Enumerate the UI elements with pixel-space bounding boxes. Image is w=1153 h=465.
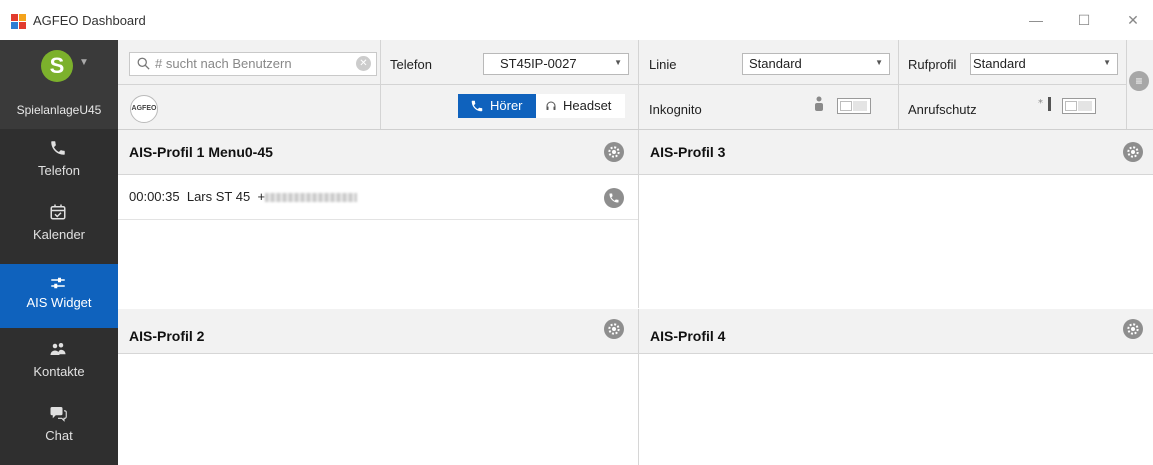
svg-text:*: * bbox=[1038, 98, 1043, 109]
ais-profile-panel-4: AIS-Profil 4 bbox=[639, 309, 1153, 465]
divider bbox=[118, 84, 1126, 85]
gear-icon[interactable] bbox=[604, 319, 624, 339]
sidebar-item-kalender[interactable]: Kalender bbox=[0, 193, 118, 257]
phone-icon bbox=[471, 100, 483, 112]
panel-header: AIS-Profil 3 bbox=[639, 130, 1153, 175]
anrufschutz-label: Anrufschutz bbox=[908, 102, 977, 117]
divider bbox=[898, 40, 899, 129]
incognito-icon bbox=[815, 96, 823, 111]
sidebar-item-label: AIS Widget bbox=[26, 295, 92, 310]
user-name: SpielanlageU45 bbox=[16, 103, 102, 117]
linie-label: Linie bbox=[649, 57, 677, 72]
panel-title: AIS-Profil 4 bbox=[650, 328, 726, 344]
phone-icon bbox=[51, 141, 65, 155]
search-placeholder: # sucht nach Benutzern bbox=[155, 56, 292, 71]
minimize-icon[interactable]: — bbox=[1021, 8, 1051, 32]
hoerer-button[interactable]: Hörer bbox=[458, 94, 536, 118]
linie-select[interactable]: Standard ▼ bbox=[742, 53, 890, 75]
agfeo-logo: AGFEO bbox=[130, 95, 158, 123]
headset-icon bbox=[546, 101, 556, 110]
chevron-down-icon[interactable]: ▼ bbox=[79, 57, 89, 68]
call-info: 00:00:35 Lars ST 45 + bbox=[129, 189, 358, 204]
sidebar: S ▼ SpielanlageU45 Telefon Kalender AIS … bbox=[0, 40, 118, 465]
chevron-down-icon: ▼ bbox=[1103, 58, 1111, 67]
gear-icon[interactable] bbox=[1123, 319, 1143, 339]
divider bbox=[1126, 40, 1127, 129]
sidebar-item-telefon[interactable]: Telefon bbox=[0, 129, 118, 193]
maximize-icon[interactable]: ☐ bbox=[1069, 8, 1099, 32]
telefon-label: Telefon bbox=[390, 57, 432, 72]
chat-icon bbox=[50, 407, 67, 422]
window-title: AGFEO Dashboard bbox=[33, 13, 146, 28]
app-logo-icon bbox=[11, 14, 26, 29]
inkognito-label: Inkognito bbox=[649, 102, 702, 117]
inkognito-toggle[interactable] bbox=[837, 98, 871, 114]
calendar-icon bbox=[50, 204, 66, 220]
search-icon bbox=[137, 57, 150, 70]
gear-icon[interactable] bbox=[604, 142, 624, 162]
avatar[interactable]: S bbox=[41, 50, 73, 82]
headset-button[interactable]: Headset bbox=[536, 94, 625, 118]
panel-title: AIS-Profil 1 Menu0-45 bbox=[129, 144, 273, 160]
toolbar: # sucht nach Benutzern ✕ Telefon ST45IP-… bbox=[118, 40, 1153, 130]
panel-title: AIS-Profil 3 bbox=[650, 144, 726, 160]
panel-title: AIS-Profil 2 bbox=[129, 328, 205, 344]
linie-value: Standard bbox=[749, 56, 802, 71]
anrufschutz-toggle[interactable] bbox=[1062, 98, 1096, 114]
search-input[interactable]: # sucht nach Benutzern ✕ bbox=[129, 52, 377, 76]
user-section[interactable]: S ▼ SpielanlageU45 bbox=[0, 40, 118, 129]
telefon-value: ST45IP-0027 bbox=[500, 56, 577, 71]
ais-profile-panel-2: AIS-Profil 2 bbox=[118, 309, 639, 465]
panel-header: AIS-Profil 4 bbox=[639, 309, 1153, 354]
call-row[interactable]: 00:00:35 Lars ST 45 + bbox=[118, 175, 638, 220]
title-bar: AGFEO Dashboard — ☐ ✕ bbox=[0, 0, 1153, 40]
sidebar-item-label: Kontakte bbox=[33, 364, 85, 379]
sidebar-item-ais-widget[interactable]: AIS Widget bbox=[0, 264, 118, 328]
sidebar-item-label: Chat bbox=[45, 428, 73, 443]
chevron-down-icon: ▼ bbox=[875, 58, 883, 67]
chevron-down-icon: ▼ bbox=[614, 58, 622, 67]
sidebar-item-label: Telefon bbox=[38, 163, 80, 178]
sliders-icon bbox=[51, 277, 65, 289]
rufprofil-label: Rufprofil bbox=[908, 57, 957, 72]
sidebar-item-kontakte[interactable]: Kontakte bbox=[0, 330, 118, 394]
caller-name: Lars ST 45 bbox=[186, 189, 251, 204]
divider bbox=[380, 40, 381, 129]
sidebar-item-chat[interactable]: Chat bbox=[0, 394, 118, 458]
rufprofil-value: Standard bbox=[973, 56, 1026, 71]
divider bbox=[638, 40, 639, 129]
gear-icon[interactable] bbox=[1123, 142, 1143, 162]
menu-icon[interactable]: ≡ bbox=[1129, 71, 1149, 91]
headset-label: Headset bbox=[563, 98, 612, 113]
caller-number-redacted bbox=[265, 193, 358, 203]
ais-profile-panel-1: AIS-Profil 1 Menu0-45 00:00:35 Lars ST 4… bbox=[118, 130, 639, 308]
contacts-icon bbox=[50, 343, 66, 355]
panel-header: AIS-Profil 2 bbox=[118, 309, 638, 354]
hoerer-label: Hörer bbox=[490, 98, 523, 113]
call-duration: 00:00:35 bbox=[129, 189, 180, 204]
hangup-phone-icon[interactable] bbox=[604, 188, 624, 208]
do-not-disturb-icon: * bbox=[1038, 97, 1051, 111]
close-icon[interactable]: ✕ bbox=[1118, 8, 1148, 32]
telefon-select[interactable]: ST45IP-0027 ▼ bbox=[483, 53, 629, 75]
panel-header: AIS-Profil 1 Menu0-45 bbox=[118, 130, 638, 175]
caller-number-prefix: + bbox=[257, 189, 266, 204]
sidebar-item-label: Kalender bbox=[32, 227, 86, 242]
clear-icon[interactable]: ✕ bbox=[356, 56, 371, 71]
rufprofil-select[interactable]: Standard ▼ bbox=[970, 53, 1118, 75]
ais-profile-panel-3: AIS-Profil 3 bbox=[639, 130, 1153, 308]
